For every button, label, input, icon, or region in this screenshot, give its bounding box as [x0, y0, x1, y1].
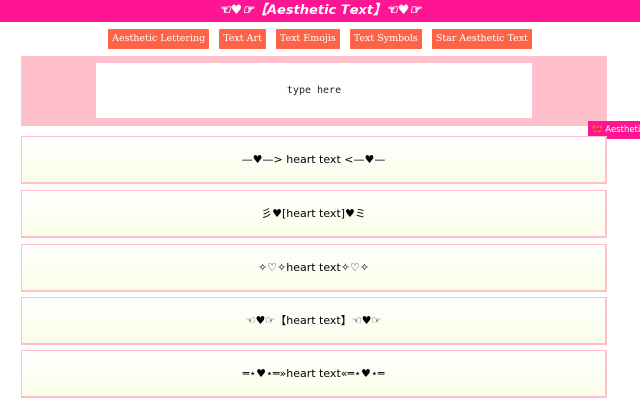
nav-text-emojis-button[interactable]: Text Emojis	[275, 29, 340, 49]
result-item[interactable]: 彡♥[heart text]♥ミ	[21, 190, 607, 238]
nav-star-aesthetic-text-button[interactable]: Star Aesthetic Text	[431, 29, 532, 49]
nav-aesthetic-lettering-button[interactable]: Aesthetic Lettering	[108, 29, 210, 49]
site-header: ☜♥☞【𝘼𝙚𝙨𝙩𝙝𝙚𝙩𝙞𝙘 𝙏𝙚𝙭𝙩】☜♥☞	[0, 0, 640, 22]
result-item[interactable]: ☜♥☞【heart text】☜♥☞	[21, 297, 607, 345]
result-item[interactable]: —♥—> heart text <—♥—	[21, 136, 607, 184]
text-input[interactable]	[96, 63, 532, 118]
input-panel	[21, 56, 607, 126]
result-item[interactable]: ═⋆♥⋆═»heart text«═⋆♥⋆═	[21, 350, 607, 398]
result-item[interactable]: ✧♡✧heart text✧♡✧	[21, 244, 607, 292]
category-nav: Aesthetic Lettering Text Art Text Emojis…	[0, 29, 640, 49]
nav-text-art-button[interactable]: Text Art	[219, 29, 266, 49]
nav-text-symbols-button[interactable]: Text Symbols	[349, 29, 422, 49]
site-title: ☜♥☞【𝘼𝙚𝙨𝙩𝙝𝙚𝙩𝙞𝙘 𝙏𝙚𝙭𝙩】☜♥☞	[218, 3, 421, 18]
